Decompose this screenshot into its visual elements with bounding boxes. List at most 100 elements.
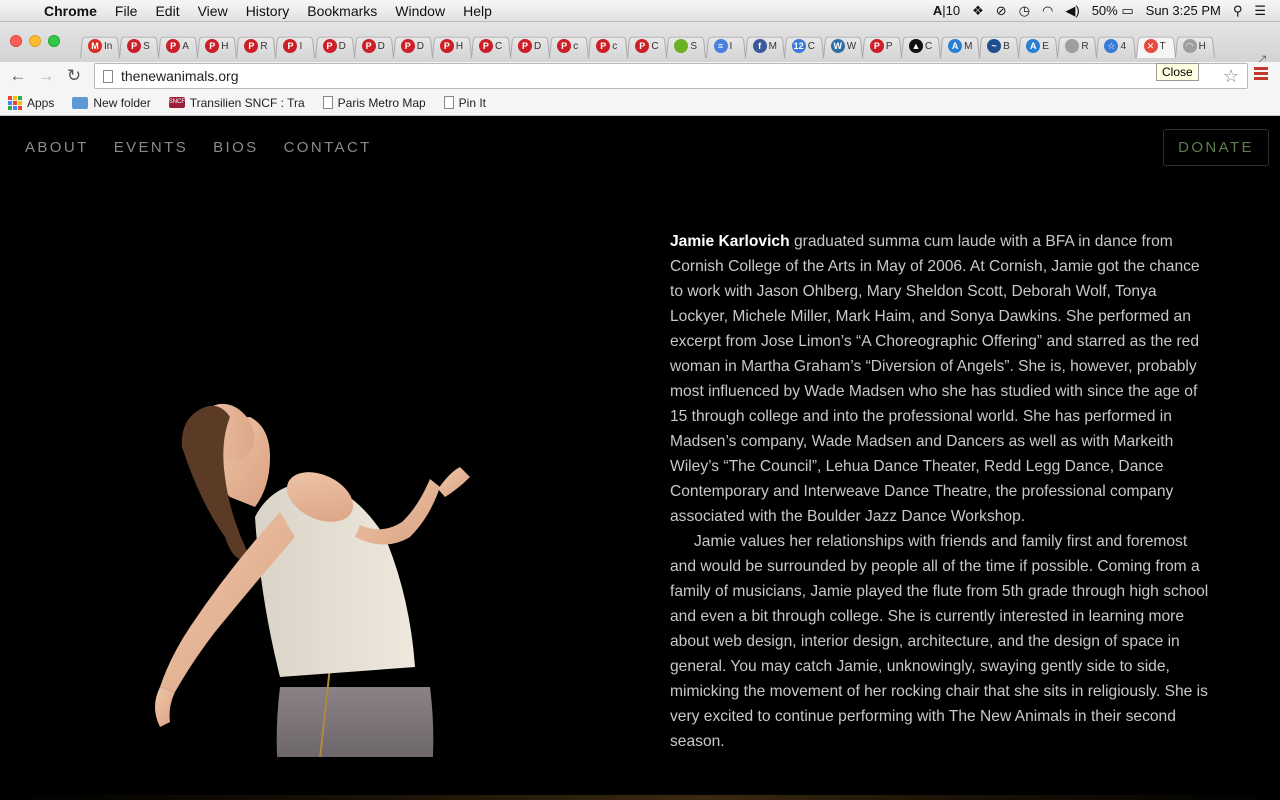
tab-label: S	[690, 40, 698, 52]
tab-label: C	[924, 40, 933, 52]
browser-tab[interactable]: PH	[197, 34, 237, 58]
pinterest-icon: P	[869, 39, 884, 53]
pinterest-icon: P	[205, 39, 220, 53]
close-icon[interactable]: ✕	[1143, 39, 1158, 53]
tab-strip: M In P S P A P H P R P I P D P D P D P H P C P D Pc Pc P C S ≡ If M 12 C W…	[0, 22, 1280, 76]
tab-label: In	[104, 40, 113, 52]
menu-bookmarks[interactable]: Bookmarks	[298, 0, 386, 22]
adobe-icon: A	[932, 3, 943, 18]
menu-app-chrome[interactable]: Chrome	[40, 0, 106, 22]
tab-label: T	[1159, 40, 1166, 52]
wifi-icon[interactable]: ◠	[1042, 3, 1053, 19]
star-icon: ☆	[1104, 39, 1119, 53]
clock[interactable]: Sun 3:25 PM	[1146, 3, 1221, 18]
browser-tab[interactable]: 12 C	[784, 34, 824, 58]
page-icon	[1065, 39, 1080, 53]
nav-contact-link[interactable]: CONTACT	[284, 139, 372, 156]
chrome-menu-icon[interactable]	[1254, 67, 1268, 82]
browser-tab[interactable]: WW	[823, 34, 863, 58]
tab-label: I	[729, 40, 733, 52]
pinterest-icon: P	[596, 39, 611, 53]
nav-events-link[interactable]: EVENTS	[114, 139, 188, 156]
browser-tab[interactable]: PH	[432, 34, 472, 58]
browser-tab[interactable]: PD	[354, 34, 394, 58]
browser-tab[interactable]: PD	[510, 34, 550, 58]
browser-tab[interactable]: PD	[315, 34, 355, 58]
window-minimize-button[interactable]	[29, 35, 41, 47]
pinterest-icon: P	[127, 39, 142, 53]
browser-tab[interactable]: PI	[275, 34, 315, 58]
sncf-icon: SNCF	[168, 97, 185, 108]
tab-label: M	[768, 40, 777, 52]
menu-help[interactable]: Help	[454, 0, 501, 22]
bookmark-pin-it[interactable]: Pin It	[443, 95, 487, 110]
browser-tab[interactable]: ☆ 4	[1096, 34, 1136, 58]
browser-tab[interactable]: ◠ H	[1175, 34, 1215, 58]
browser-tab[interactable]: PP	[862, 34, 902, 58]
browser-tab[interactable]: PC	[627, 34, 667, 58]
notification-center-icon[interactable]: ☰	[1254, 3, 1266, 19]
pinterest-icon: P	[518, 39, 533, 53]
browser-tab[interactable]: R	[1057, 34, 1097, 58]
adobe-status[interactable]: A|10	[933, 3, 960, 18]
menu-window[interactable]: Window	[386, 0, 454, 22]
browser-tab[interactable]: PD	[393, 34, 433, 58]
a-logo-icon: A	[1026, 39, 1041, 53]
bio-name: Jamie Karlovich	[670, 233, 790, 250]
window-close-button[interactable]	[10, 35, 22, 47]
volume-icon[interactable]: ◀)	[1065, 3, 1079, 19]
browser-tab[interactable]: AE	[1018, 34, 1058, 58]
tab-label: C	[494, 40, 503, 52]
bookmark-label: Pin It	[458, 95, 487, 110]
menu-view[interactable]: View	[189, 0, 237, 22]
browser-tab[interactable]: ~ B	[979, 34, 1019, 58]
window-zoom-button[interactable]	[48, 35, 60, 47]
time-machine-icon[interactable]: ◷	[1019, 3, 1030, 19]
browser-tab[interactable]: fM	[745, 34, 785, 58]
donate-button[interactable]: DONATE	[1163, 129, 1269, 166]
browser-tab[interactable]: M In	[80, 34, 120, 58]
pinterest-icon: P	[478, 39, 493, 53]
web-page: ABOUT EVENTS BIOS CONTACT DONATE Jamie K…	[0, 117, 1280, 800]
back-button[interactable]: ←	[4, 66, 32, 86]
reload-button[interactable]: ↻	[60, 66, 88, 86]
bottom-image-strip	[0, 795, 1280, 800]
bookmark-apps[interactable]: Apps	[8, 95, 54, 110]
battery-status[interactable]: 50% ▭	[1092, 3, 1134, 19]
browser-tab[interactable]: PA	[158, 34, 198, 58]
tab-label: S	[143, 40, 150, 52]
dropbox-icon[interactable]: ❖	[972, 3, 984, 19]
browser-tab[interactable]: Pc	[588, 34, 628, 58]
sync-icon[interactable]: ⊘	[996, 3, 1007, 19]
bookmark-paris-metro-map[interactable]: Paris Metro Map	[322, 96, 426, 110]
forward-button[interactable]: →	[32, 66, 60, 86]
bookmark-label: New folder	[93, 95, 151, 110]
address-bar[interactable]: thenewanimals.org ☆	[94, 63, 1248, 89]
bookmark-label: Transilien SNCF : Tra	[189, 95, 305, 110]
nav-about-link[interactable]: ABOUT	[25, 139, 89, 156]
bookmark-star-icon[interactable]: ☆	[1223, 66, 1239, 87]
folder-icon	[72, 96, 89, 109]
browser-tab[interactable]: S	[666, 34, 706, 58]
nav-bios-link[interactable]: BIOS	[213, 139, 258, 156]
browser-tab[interactable]: ▲ C	[901, 34, 941, 58]
browser-tab[interactable]: AM	[940, 34, 980, 58]
page-icon	[443, 96, 454, 109]
browser-tab[interactable]: PC	[471, 34, 511, 58]
menu-edit[interactable]: Edit	[146, 0, 188, 22]
browser-tab[interactable]: Pc	[549, 34, 589, 58]
browser-tab[interactable]: ≡ I	[706, 34, 746, 58]
browser-tab[interactable]: ✕ T	[1136, 34, 1176, 58]
menu-file[interactable]: File	[106, 0, 147, 22]
tab-label: D	[534, 40, 542, 52]
tab-label: A	[182, 40, 189, 52]
menu-history[interactable]: History	[237, 0, 299, 22]
bookmark-new-folder[interactable]: New folder	[72, 95, 151, 110]
tab-label: H	[1198, 40, 1206, 52]
pinterest-icon: P	[244, 39, 259, 53]
browser-tab[interactable]: PR	[236, 34, 276, 58]
spotlight-search-icon[interactable]: ⚲	[1233, 3, 1243, 19]
bookmark-transilien[interactable]: SNCF Transilien SNCF : Tra	[168, 95, 305, 110]
loading-icon: ◠	[1182, 39, 1197, 53]
browser-tab[interactable]: PS	[119, 34, 159, 58]
